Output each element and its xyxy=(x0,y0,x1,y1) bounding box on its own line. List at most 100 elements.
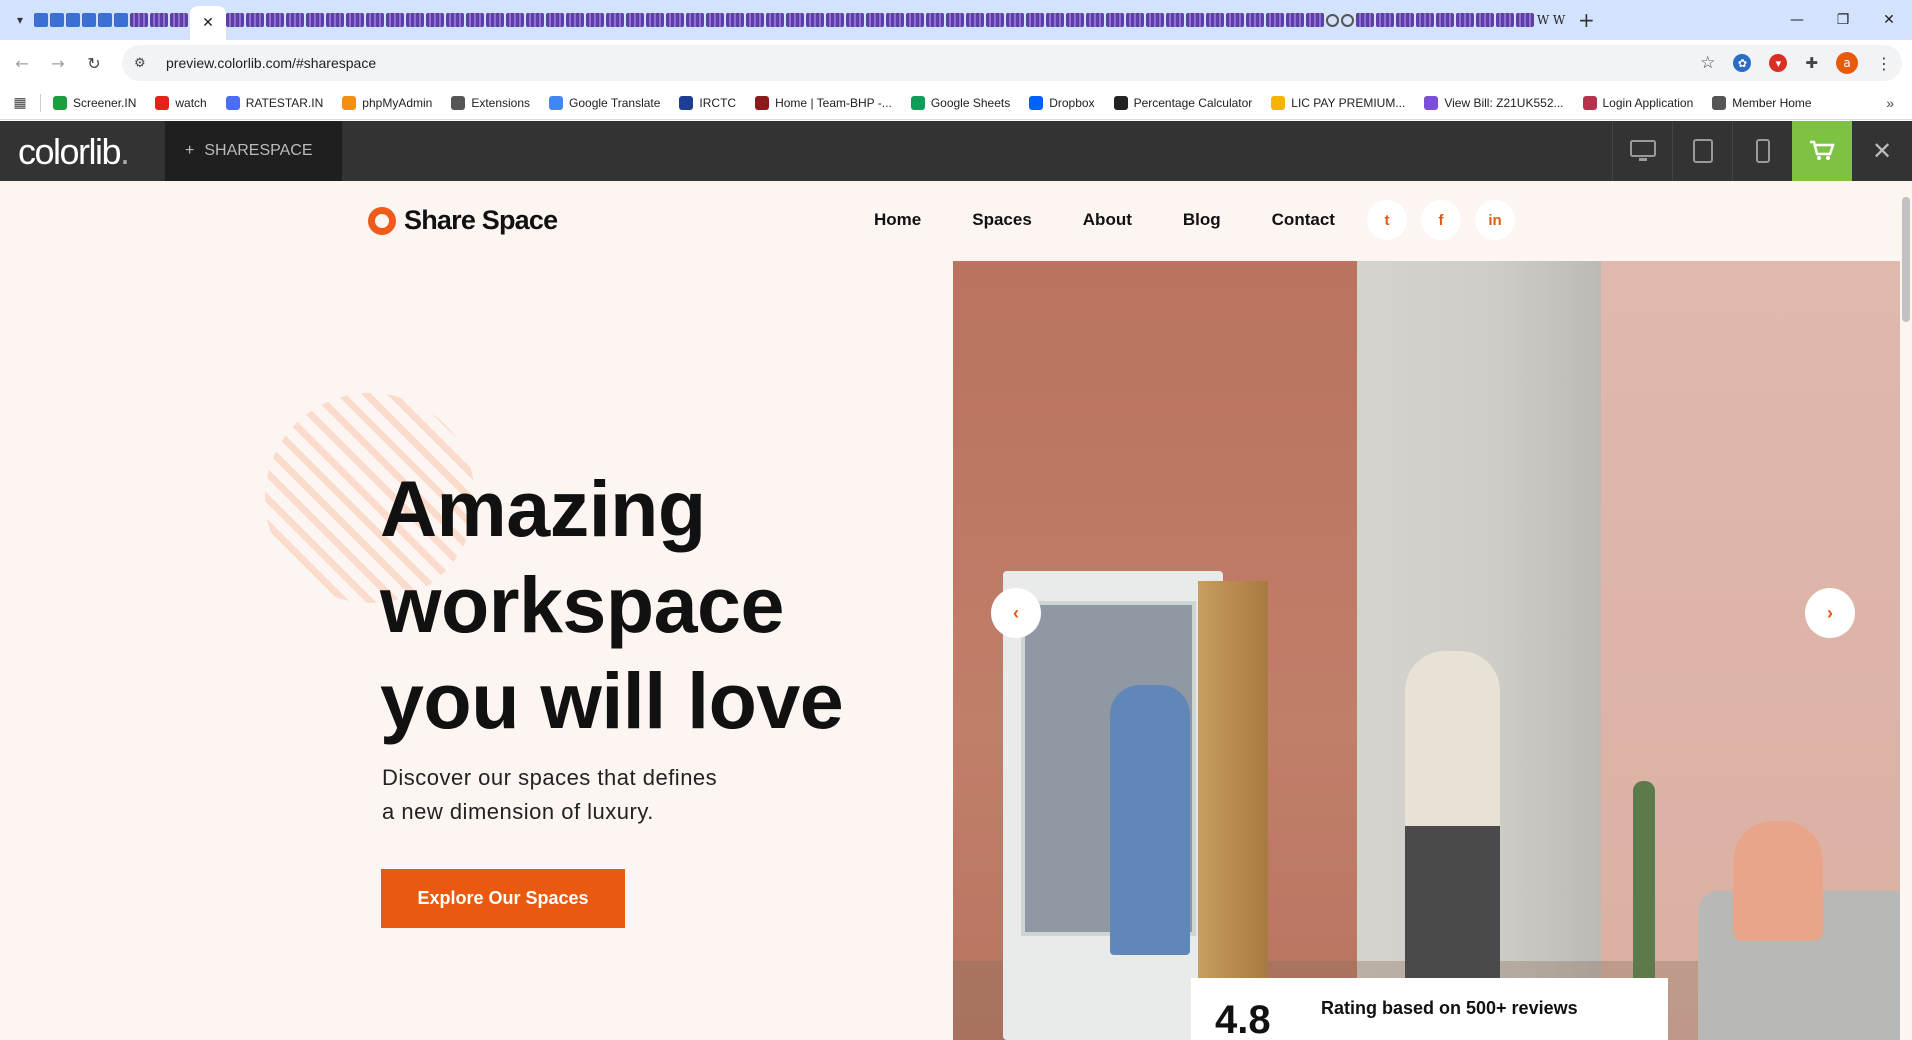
nav-blog[interactable]: Blog xyxy=(1183,210,1221,230)
cart-icon[interactable] xyxy=(1792,121,1852,181)
bookmark-item[interactable]: watch xyxy=(155,95,207,110)
tab-favicon-blue[interactable] xyxy=(34,13,48,27)
tab-favicon-canva[interactable] xyxy=(386,13,404,27)
tab-favicon-canva[interactable] xyxy=(1286,13,1304,27)
facebook-icon[interactable]: f xyxy=(1421,200,1461,240)
restore-icon[interactable]: ❐ xyxy=(1820,0,1866,40)
menu-kebab-icon[interactable]: ⋮ xyxy=(1876,54,1892,73)
tab-favicon-canva[interactable] xyxy=(426,13,444,27)
twitter-icon[interactable]: t xyxy=(1367,200,1407,240)
tab-favicon-canva[interactable] xyxy=(170,13,188,27)
tab-favicon-globe[interactable] xyxy=(1326,13,1339,27)
tab-favicon-canva[interactable] xyxy=(1516,13,1534,27)
tab-favicon-canva[interactable] xyxy=(1126,13,1144,27)
tab-favicon-canva[interactable] xyxy=(786,13,804,27)
bookmark-item[interactable]: phpMyAdmin xyxy=(342,95,432,110)
bookmark-item[interactable]: Login Application xyxy=(1582,95,1693,110)
tab-favicon-canva[interactable] xyxy=(946,13,964,27)
tab-favicon-canva[interactable] xyxy=(1046,13,1064,27)
extensions-puzzle-icon[interactable]: ✚ xyxy=(1805,54,1818,72)
tab-favicon-canva[interactable] xyxy=(130,13,148,27)
bookmark-item[interactable]: Percentage Calculator xyxy=(1113,95,1252,110)
tab-favicon-canva[interactable] xyxy=(1026,13,1044,27)
nav-about[interactable]: About xyxy=(1083,210,1132,230)
theme-selector[interactable]: + SHARESPACE xyxy=(165,121,342,181)
tab-favicon-canva[interactable] xyxy=(226,13,244,27)
tab-favicon-canva[interactable] xyxy=(606,13,624,27)
site-info-icon[interactable]: ⚙ xyxy=(134,56,152,71)
scrollbar-thumb[interactable] xyxy=(1902,197,1910,322)
nav-contact[interactable]: Contact xyxy=(1272,210,1335,230)
mobile-icon[interactable] xyxy=(1732,121,1792,181)
tab-favicon-canva[interactable] xyxy=(1186,13,1204,27)
bookmark-item[interactable]: Screener.IN xyxy=(53,95,136,110)
tab-favicon-canva[interactable] xyxy=(686,13,704,27)
tab-favicon-canva[interactable] xyxy=(646,13,664,27)
bookmark-item[interactable]: Extensions xyxy=(451,95,530,110)
tab-favicon-canva[interactable] xyxy=(846,13,864,27)
tablet-icon[interactable] xyxy=(1672,121,1732,181)
page-scrollbar[interactable] xyxy=(1900,181,1912,1040)
tab-favicon-canva[interactable] xyxy=(666,13,684,27)
tab-favicon-canva[interactable] xyxy=(966,13,984,27)
extension-shield-icon[interactable]: ▾ xyxy=(1769,54,1788,72)
tab-favicon-canva[interactable] xyxy=(266,13,284,27)
linkedin-icon[interactable]: in xyxy=(1475,200,1515,240)
tab-favicon-canva[interactable] xyxy=(926,13,944,27)
tab-favicon-blue[interactable] xyxy=(50,13,64,27)
tab-favicon-canva[interactable] xyxy=(326,13,344,27)
tab-favicon-canva[interactable] xyxy=(346,13,364,27)
bookmark-item[interactable]: Member Home xyxy=(1712,95,1812,110)
tab-favicon-canva[interactable] xyxy=(1356,13,1374,27)
back-icon[interactable]: ← xyxy=(8,49,36,77)
tab-favicon-canva[interactable] xyxy=(1456,13,1474,27)
url-text[interactable]: preview.colorlib.com/#sharespace xyxy=(166,55,376,71)
tab-favicon-canva[interactable] xyxy=(1416,13,1434,27)
tab-favicon-canva[interactable] xyxy=(746,13,764,27)
tab-favicon-canva[interactable] xyxy=(1266,13,1284,27)
bookmark-item[interactable]: View Bill: Z21UK552... xyxy=(1424,95,1564,110)
tab-favicon-canva[interactable] xyxy=(526,13,544,27)
tab-favicon-canva[interactable] xyxy=(706,13,724,27)
tab-favicon-canva[interactable] xyxy=(986,13,1004,27)
tab-search-icon[interactable]: ▾ xyxy=(6,6,34,34)
tab-favicon-canva[interactable] xyxy=(446,13,464,27)
bookmark-item[interactable]: Dropbox xyxy=(1029,95,1095,110)
tab-favicon-canva[interactable] xyxy=(1166,13,1184,27)
desktop-icon[interactable] xyxy=(1612,121,1672,181)
tab-favicon-canva[interactable] xyxy=(1226,13,1244,27)
nav-spaces[interactable]: Spaces xyxy=(972,210,1032,230)
tab-favicon-canva[interactable] xyxy=(1306,13,1324,27)
apps-grid-icon[interactable]: ▦ xyxy=(0,94,40,111)
bookmark-item[interactable]: Google Sheets xyxy=(910,95,1010,110)
tab-favicon-canva[interactable] xyxy=(866,13,884,27)
reload-icon[interactable]: ↻ xyxy=(80,49,108,77)
tab-favicon-canva[interactable] xyxy=(150,13,168,27)
tab-favicon-canva[interactable] xyxy=(1496,13,1514,27)
tab-favicon-canva[interactable] xyxy=(286,13,304,27)
tab-favicon-canva[interactable] xyxy=(506,13,524,27)
bookmark-item[interactable]: IRCTC xyxy=(679,95,736,110)
tab-favicon-canva[interactable] xyxy=(1246,13,1264,27)
minimize-icon[interactable]: — xyxy=(1774,0,1820,40)
tab-favicon-canva[interactable] xyxy=(1476,13,1494,27)
profile-avatar[interactable]: a xyxy=(1836,52,1858,74)
active-tab-close-icon[interactable]: ✕ xyxy=(190,6,226,40)
tab-favicon-canva[interactable] xyxy=(566,13,584,27)
tab-favicon-canva[interactable] xyxy=(1006,13,1024,27)
tab-favicon-canva[interactable] xyxy=(466,13,484,27)
address-bar[interactable]: ⚙ preview.colorlib.com/#sharespace ☆ ✿ ▾… xyxy=(122,45,1902,81)
tab-favicon-canva[interactable] xyxy=(486,13,504,27)
bookmark-item[interactable]: Google Translate xyxy=(549,95,660,110)
site-logo[interactable]: Share Space xyxy=(368,205,558,236)
tab-favicon-canva[interactable] xyxy=(826,13,844,27)
tab-favicon-canva[interactable] xyxy=(1376,13,1394,27)
slider-next-button[interactable]: › xyxy=(1805,588,1855,638)
tab-favicon-wikipedia[interactable]: W xyxy=(1552,13,1566,27)
slider-prev-button[interactable]: ‹ xyxy=(991,588,1041,638)
tab-favicon-blue[interactable] xyxy=(98,13,112,27)
colorlib-logo[interactable]: colorlib. xyxy=(18,131,130,173)
tab-favicon-canva[interactable] xyxy=(546,13,564,27)
forward-icon[interactable]: → xyxy=(44,49,72,77)
tab-favicon-canva[interactable] xyxy=(1436,13,1454,27)
